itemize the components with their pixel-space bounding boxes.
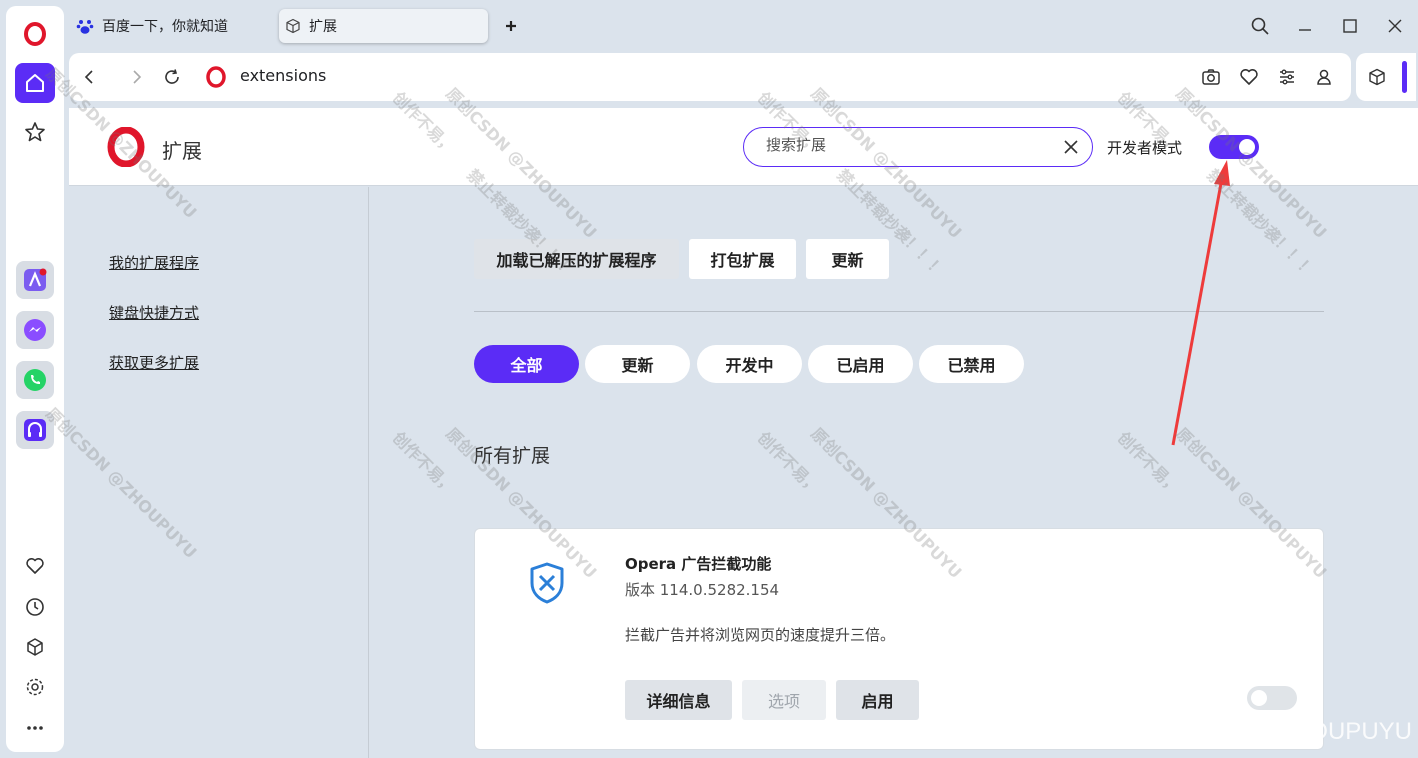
sidebar — [6, 6, 64, 752]
details-button[interactable]: 详细信息 — [625, 680, 732, 720]
cube-icon — [286, 18, 300, 34]
profile-button[interactable] — [1310, 63, 1338, 91]
csdn-watermark: CSDN @ZHOUPUYU — [1178, 718, 1412, 745]
opera-site-icon — [202, 63, 230, 91]
tab-search-button[interactable] — [1246, 12, 1274, 40]
maximize-icon — [1343, 19, 1357, 33]
page-title: 扩展 — [162, 139, 202, 163]
opera-logo-icon[interactable] — [15, 14, 55, 54]
extensions-toolbar — [1356, 53, 1416, 101]
search-box[interactable] — [743, 127, 1093, 167]
aria-app-icon[interactable] — [16, 261, 54, 299]
page-header: 扩展 开发者模式 — [69, 108, 1418, 186]
home-icon[interactable] — [15, 63, 55, 103]
music-player-icon[interactable] — [16, 411, 54, 449]
nav-get-more-extensions[interactable]: 获取更多扩展 — [109, 352, 199, 373]
clear-search-icon[interactable] — [1062, 138, 1080, 156]
opera-logo-icon — [107, 127, 145, 167]
url-text[interactable]: extensions — [240, 66, 326, 85]
forward-button[interactable] — [122, 63, 150, 91]
bookmark-button[interactable] — [1235, 63, 1263, 91]
minimize-button[interactable] — [1291, 12, 1319, 40]
load-unpacked-button[interactable]: 加载已解压的扩展程序 — [474, 239, 679, 279]
developer-mode-label: 开发者模式 — [1107, 139, 1183, 157]
reload-button[interactable] — [158, 63, 186, 91]
extensions-button[interactable] — [1363, 63, 1391, 91]
heart-icon[interactable] — [21, 552, 49, 580]
star-icon[interactable] — [15, 112, 55, 152]
toggle-knob — [1251, 690, 1267, 706]
whatsapp-icon[interactable] — [16, 361, 54, 399]
extension-version: 版本 114.0.5282.154 — [625, 581, 780, 599]
back-button[interactable] — [76, 63, 104, 91]
enable-button[interactable]: 启用 — [836, 680, 919, 720]
back-arrow-icon — [84, 70, 93, 84]
search-icon — [1251, 17, 1269, 35]
extension-description: 拦截广告并将浏览网页的速度提升三倍。 — [625, 626, 896, 644]
plus-icon — [506, 21, 516, 31]
address-bar: extensions — [69, 53, 1351, 101]
heart-icon — [1240, 69, 1258, 85]
extensions-page: 扩展 开发者模式 我的扩展程序 键盘快捷方式 获取更多扩展 加载已解压的扩展程序… — [69, 108, 1418, 758]
filter-enabled[interactable]: 已启用 — [808, 345, 913, 383]
search-input[interactable] — [766, 136, 1046, 154]
section-title: 所有扩展 — [474, 445, 551, 467]
user-icon — [1317, 69, 1331, 85]
forward-arrow-icon — [133, 70, 142, 84]
update-button[interactable]: 更新 — [806, 239, 889, 279]
extension-toggle[interactable] — [1247, 686, 1297, 710]
filter-all[interactable]: 全部 — [474, 345, 579, 383]
scroll-indicator — [1402, 61, 1407, 93]
close-window-button[interactable] — [1381, 12, 1409, 40]
extension-name: Opera 广告拦截功能 — [625, 555, 772, 573]
filter-updates[interactable]: 更新 — [585, 345, 690, 383]
new-tab-button[interactable] — [497, 12, 525, 40]
easy-setup-button[interactable] — [1273, 63, 1301, 91]
close-icon — [1388, 19, 1402, 33]
nav-keyboard-shortcuts[interactable]: 键盘快捷方式 — [109, 302, 199, 323]
divider — [474, 311, 1324, 312]
reload-icon — [165, 69, 179, 84]
developer-mode-toggle[interactable] — [1209, 135, 1259, 159]
sliders-icon — [1280, 69, 1294, 85]
maximize-button[interactable] — [1336, 12, 1364, 40]
ad-block-shield-icon — [530, 562, 564, 604]
camera-icon — [1202, 69, 1220, 85]
cube-icon — [1369, 68, 1385, 86]
pack-extension-button[interactable]: 打包扩展 — [689, 239, 796, 279]
tab-baidu[interactable]: 百度一下，你就知道 — [72, 9, 272, 43]
settings-gear-icon[interactable] — [21, 673, 49, 701]
minimize-icon — [1299, 29, 1311, 31]
filter-disabled[interactable]: 已禁用 — [919, 345, 1024, 383]
left-nav: 我的扩展程序 键盘快捷方式 获取更多扩展 — [69, 187, 369, 758]
toggle-knob — [1239, 139, 1255, 155]
filter-developer[interactable]: 开发中 — [697, 345, 802, 383]
tab-label: 扩展 — [309, 19, 337, 35]
messenger-icon[interactable] — [16, 311, 54, 349]
extensions-cube-icon[interactable] — [21, 633, 49, 661]
baidu-paw-icon — [76, 20, 94, 34]
options-button[interactable]: 选项 — [742, 680, 826, 720]
extension-card: Opera 广告拦截功能 版本 114.0.5282.154 拦截广告并将浏览网… — [474, 528, 1324, 750]
snapshot-button[interactable] — [1197, 63, 1225, 91]
tab-label: 百度一下，你就知道 — [102, 19, 228, 35]
nav-my-extensions[interactable]: 我的扩展程序 — [109, 252, 199, 273]
history-clock-icon[interactable] — [21, 593, 49, 621]
tab-extensions[interactable]: 扩展 — [279, 9, 488, 43]
more-icon[interactable] — [21, 714, 49, 742]
